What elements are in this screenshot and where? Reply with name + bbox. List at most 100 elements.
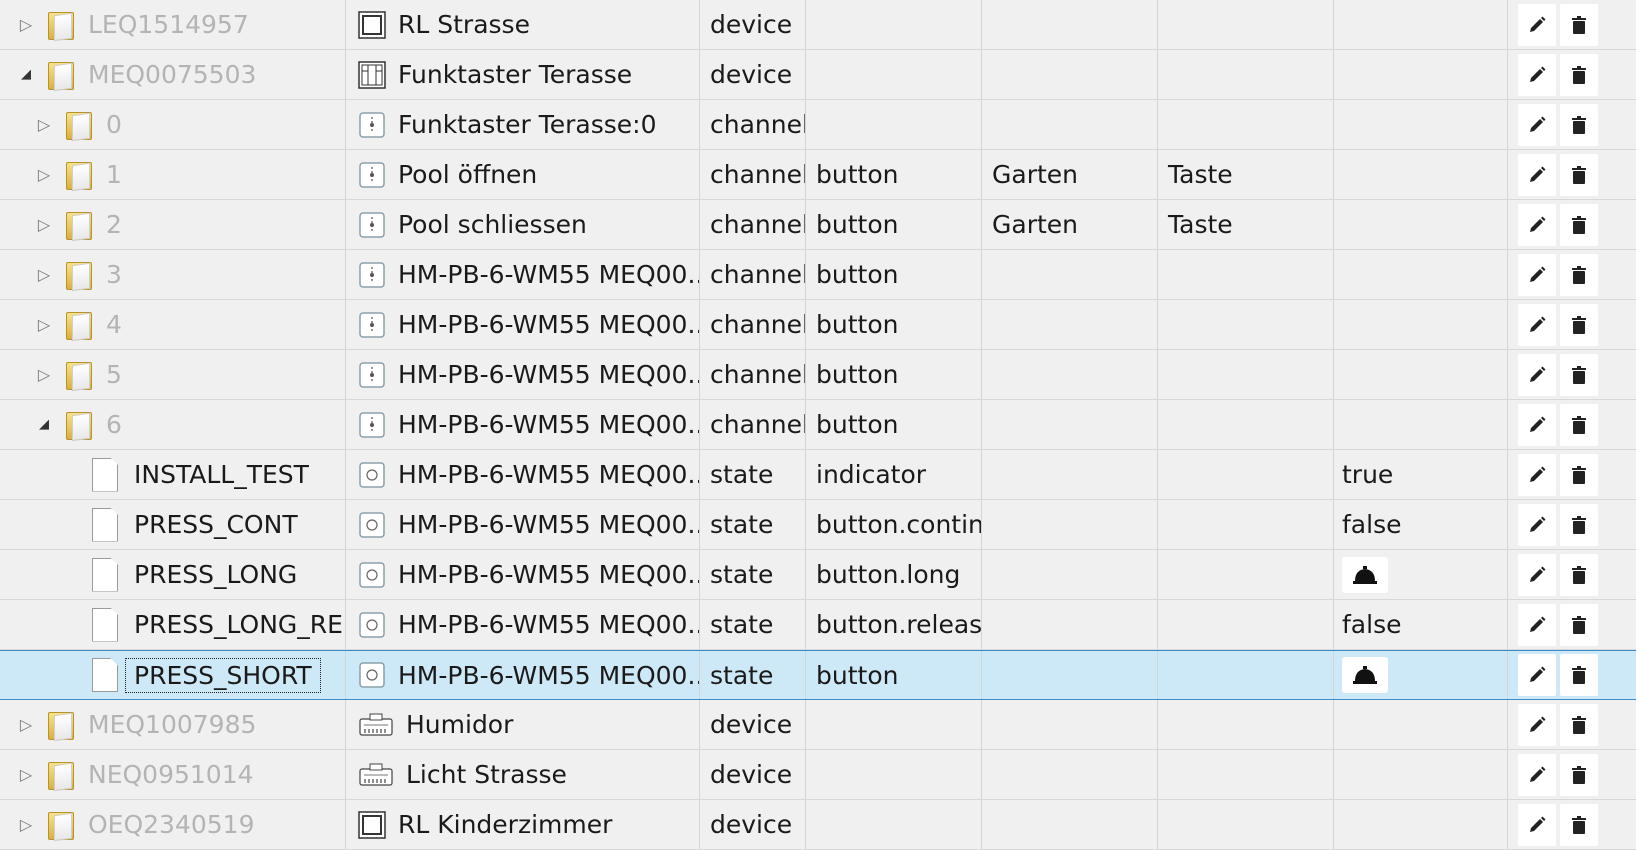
- pencil-icon[interactable]: [1518, 603, 1556, 646]
- expand-arrow-icon[interactable]: ▷: [16, 715, 36, 734]
- pencil-icon[interactable]: [1518, 103, 1556, 146]
- trash-icon[interactable]: [1560, 53, 1598, 96]
- object-id[interactable]: PRESS_LONG_REL: [134, 610, 345, 639]
- tree-row[interactable]: ▷ OEQ2340519 RL Kinderzimmer device: [0, 800, 1636, 850]
- trash-icon[interactable]: [1560, 103, 1598, 146]
- type-cell: state: [700, 651, 806, 699]
- object-id[interactable]: 4: [106, 310, 122, 339]
- pencil-icon[interactable]: [1518, 753, 1556, 796]
- pencil-icon[interactable]: [1518, 654, 1556, 696]
- trash-icon[interactable]: [1560, 403, 1598, 446]
- tree-row[interactable]: ▷ 4 HM-PB-6-WM55 MEQ00... channel button: [0, 300, 1636, 350]
- file-icon: [92, 557, 118, 592]
- expand-arrow-icon[interactable]: ▷: [16, 765, 36, 784]
- value-cell: [1334, 150, 1508, 199]
- expand-arrow-icon[interactable]: ▷: [34, 215, 54, 234]
- pencil-icon[interactable]: [1518, 203, 1556, 246]
- trash-icon[interactable]: [1560, 703, 1598, 746]
- trash-icon[interactable]: [1560, 153, 1598, 196]
- tree-row[interactable]: ◢ 6 HM-PB-6-WM55 MEQ00... channel button: [0, 400, 1636, 450]
- expand-arrow-icon[interactable]: ▷: [34, 315, 54, 334]
- tree-row[interactable]: ▷ LEQ1514957 RL Strasse device: [0, 0, 1636, 50]
- trash-icon[interactable]: [1560, 303, 1598, 346]
- expand-arrow-icon[interactable]: ▷: [34, 115, 54, 134]
- tree-row[interactable]: ▷ 5 HM-PB-6-WM55 MEQ00... channel button: [0, 350, 1636, 400]
- function-cell: [1158, 350, 1334, 399]
- pencil-icon[interactable]: [1518, 153, 1556, 196]
- object-id[interactable]: 5: [106, 360, 122, 389]
- bell-icon[interactable]: [1342, 556, 1388, 593]
- object-id[interactable]: OEQ2340519: [88, 810, 255, 839]
- trash-icon[interactable]: [1560, 803, 1598, 846]
- tree-row[interactable]: ▷ 0 Funktaster Terasse:0 channel: [0, 100, 1636, 150]
- object-id[interactable]: MEQ0075503: [88, 60, 256, 89]
- folder-icon: [66, 360, 92, 390]
- expand-arrow-icon[interactable]: ▷: [16, 815, 36, 834]
- trash-icon[interactable]: [1560, 603, 1598, 646]
- tree-row[interactable]: PRESS_CONT HM-PB-6-WM55 MEQ00... state butt…: [0, 500, 1636, 550]
- tree-row[interactable]: ◢ MEQ0075503 Funktaster Terasse device: [0, 50, 1636, 100]
- trash-icon[interactable]: [1560, 203, 1598, 246]
- tree-row[interactable]: PRESS_LONG HM-PB-6-WM55 MEQ00... state butt…: [0, 550, 1636, 600]
- pencil-icon[interactable]: [1518, 503, 1556, 546]
- tree-row[interactable]: ▷ MEQ1007985 Humidor device: [0, 700, 1636, 750]
- trash-icon[interactable]: [1560, 3, 1598, 46]
- object-id[interactable]: 6: [106, 410, 122, 439]
- object-id[interactable]: PRESS_CONT: [134, 510, 298, 539]
- pencil-icon[interactable]: [1518, 703, 1556, 746]
- object-id[interactable]: 0: [106, 110, 122, 139]
- pencil-icon[interactable]: [1518, 303, 1556, 346]
- expand-arrow-icon[interactable]: ▷: [34, 365, 54, 384]
- trash-icon[interactable]: [1560, 353, 1598, 396]
- object-id[interactable]: MEQ1007985: [88, 710, 256, 739]
- pencil-icon[interactable]: [1518, 453, 1556, 496]
- trash-icon[interactable]: [1560, 654, 1598, 696]
- expand-arrow-icon[interactable]: ▷: [34, 265, 54, 284]
- value-text[interactable]: true: [1342, 460, 1393, 489]
- pencil-icon[interactable]: [1518, 253, 1556, 296]
- object-id[interactable]: PRESS_SHORT: [125, 657, 321, 693]
- tree-row[interactable]: ▷ NEQ0951014 Licht Strasse device: [0, 750, 1636, 800]
- object-name: HM-PB-6-WM55 MEQ00...: [398, 510, 700, 539]
- tree-row[interactable]: PRESS_LONG_REL HM-PB-6-WM55 MEQ00... state…: [0, 600, 1636, 650]
- room-cell: [982, 0, 1158, 49]
- actions-cell: [1508, 400, 1636, 449]
- trash-icon[interactable]: [1560, 753, 1598, 796]
- pencil-icon[interactable]: [1518, 403, 1556, 446]
- object-id[interactable]: 1: [106, 160, 122, 189]
- tree-row[interactable]: ▷ 2 Pool schliessen channel button Garten Tast…: [0, 200, 1636, 250]
- trash-icon[interactable]: [1560, 453, 1598, 496]
- value-text[interactable]: false: [1342, 510, 1401, 539]
- value-cell: [1334, 800, 1508, 849]
- value-text[interactable]: false: [1342, 610, 1401, 639]
- collapse-arrow-icon[interactable]: ◢: [16, 67, 36, 82]
- tree-row[interactable]: PRESS_SHORT HM-PB-6-WM55 MEQ00... state but…: [0, 650, 1636, 700]
- pencil-icon[interactable]: [1518, 353, 1556, 396]
- tree-row[interactable]: ▷ 1 Pool öffnen channel button Garten Taste: [0, 150, 1636, 200]
- room-cell: [982, 600, 1158, 649]
- pencil-icon[interactable]: [1518, 553, 1556, 596]
- object-id[interactable]: INSTALL_TEST: [134, 460, 309, 489]
- name-cell: HM-PB-6-WM55 MEQ00...: [346, 350, 700, 399]
- object-id[interactable]: 3: [106, 260, 122, 289]
- folder-icon: [48, 710, 74, 740]
- tree-row[interactable]: ▷ 3 HM-PB-6-WM55 MEQ00... channel button: [0, 250, 1636, 300]
- pencil-icon[interactable]: [1518, 53, 1556, 96]
- expand-arrow-icon[interactable]: ▷: [34, 165, 54, 184]
- collapse-arrow-icon[interactable]: ◢: [34, 417, 54, 432]
- actions-cell: [1508, 250, 1636, 299]
- object-id[interactable]: NEQ0951014: [88, 760, 254, 789]
- object-id[interactable]: PRESS_LONG: [134, 560, 297, 589]
- actions-cell: [1508, 200, 1636, 249]
- pencil-icon[interactable]: [1518, 803, 1556, 846]
- tree-row[interactable]: INSTALL_TEST HM-PB-6-WM55 MEQ00... state in…: [0, 450, 1636, 500]
- expand-arrow-icon[interactable]: ▷: [16, 15, 36, 34]
- trash-icon[interactable]: [1560, 503, 1598, 546]
- object-id[interactable]: LEQ1514957: [88, 10, 249, 39]
- object-id[interactable]: 2: [106, 210, 122, 239]
- bell-icon[interactable]: [1342, 657, 1388, 693]
- trash-icon[interactable]: [1560, 553, 1598, 596]
- trash-icon[interactable]: [1560, 253, 1598, 296]
- pencil-icon[interactable]: [1518, 3, 1556, 46]
- type-cell-text: device: [710, 60, 793, 89]
